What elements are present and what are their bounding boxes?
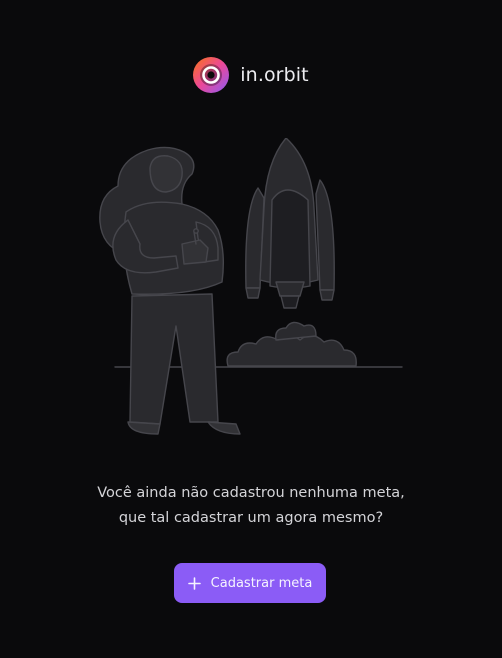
create-goal-button[interactable]: Cadastrar meta xyxy=(174,563,326,603)
empty-state-message: Você ainda não cadastrou nenhuma meta, q… xyxy=(0,481,502,531)
empty-state-line-2: que tal cadastrar um agora mesmo? xyxy=(118,510,384,526)
app-header: in.orbit xyxy=(0,57,502,93)
orbit-logo-icon xyxy=(193,57,230,93)
app-name: in.orbit xyxy=(240,64,309,86)
empty-state-line-1: Você ainda não cadastrou nenhuma meta, xyxy=(97,485,405,501)
woman-launching-rocket-illustration xyxy=(99,138,403,435)
plus-icon xyxy=(187,576,201,590)
create-goal-button-label: Cadastrar meta xyxy=(210,575,313,591)
